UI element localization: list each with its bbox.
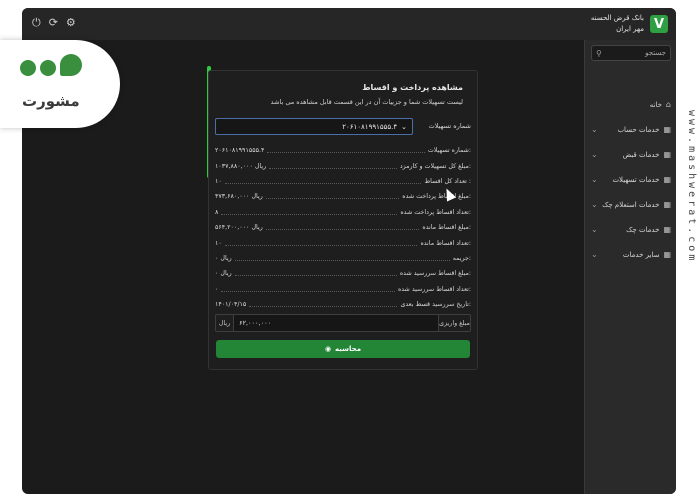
inquiry-icon: ▦ <box>663 200 671 209</box>
page-title: مشاهده پرداخت و اقساط <box>362 83 463 92</box>
account-icon: ▦ <box>663 125 671 134</box>
page-subtitle: لیست تسهیلات شما و جزییات آن در این قسمت… <box>270 98 463 106</box>
amount-label: مبلغ واریزی <box>438 315 470 331</box>
logo-mark <box>20 54 82 76</box>
amount-group: ریال ۶۲,۰۰۰,۰۰۰ مبلغ واریزی <box>215 314 471 332</box>
detail-row: ۴۷۳,۶۸۰,۰۰۰ ریال مبلغ اقساط پرداخت شده: <box>215 193 471 201</box>
sidebar-item-label: خانه <box>649 100 662 109</box>
calculator-icon: ◉ <box>324 345 332 353</box>
detail-row: ۲۰۶۱۰۸۱۹۹۱۵۵۵.۴ شماره تسهیلات: <box>215 147 471 155</box>
detail-row: ۰ ریال جریمه: <box>215 254 471 262</box>
loan-icon: ▦ <box>663 175 671 184</box>
detail-row: ۰ تعداد اقساط سررسید شده: <box>215 285 471 293</box>
sidebar-item-label: خدمات چک <box>626 225 660 234</box>
chevron-down-icon: ⌄ <box>591 125 598 134</box>
search-input[interactable]: ⚲ جستجو <box>591 45 671 61</box>
watermark-url: www.mashwerat.com <box>686 110 697 264</box>
chevron-down-icon: ⌄ <box>591 175 598 184</box>
detail-row: ۵۶۴,۲۰۰,۰۰۰ ریال مبلغ اقساط مانده: <box>215 224 471 232</box>
detail-row: ۱۴۰۱/۰۴/۱۵ تاریخ سررسید قسط بعدی: <box>215 301 471 309</box>
bank-brand: بانک قرض الحسنه مهر ایران V <box>591 13 668 35</box>
sidebar-item-label: سایر خدمات <box>622 250 660 259</box>
sidebar-item-loan-services[interactable]: ⌄ خدمات تسهیلات ▦ <box>585 167 676 192</box>
calculate-button[interactable]: ◉ محاسبه <box>216 340 470 358</box>
calculate-label: محاسبه <box>335 345 362 353</box>
chevron-down-icon: ⌄ <box>591 200 598 209</box>
amount-unit: ریال <box>216 315 234 331</box>
sidebar-nav: خانه ⌂ ⌄ خدمات حساب ▦ ⌄ خدمات قبض ▦ ⌄ خد… <box>585 92 676 267</box>
sidebar-item-label: خدمات قبض <box>622 150 660 159</box>
detail-row: ۸ تعداد اقساط پرداخت شده: <box>215 208 471 216</box>
details-list: ۲۰۶۱۰۸۱۹۹۱۵۵۵.۴ شماره تسهیلات: ۱۰۳۷,۸۸۰,۰… <box>215 143 471 312</box>
facility-label: شماره تسهیلات <box>428 122 471 130</box>
sidebar-item-account-services[interactable]: ⌄ خدمات حساب ▦ <box>585 117 676 142</box>
detail-row: ۱۰ تعداد کل اقساط : <box>215 177 471 185</box>
top-bar: ⏻ ⟳ ⚙ بانک قرض الحسنه مهر ایران V <box>22 8 676 40</box>
chevron-down-icon: ⌄ <box>591 150 598 159</box>
sidebar-item-label: خدمات استعلام چک <box>602 200 660 209</box>
sidebar-item-bill-services[interactable]: ⌄ خدمات قبض ▦ <box>585 142 676 167</box>
search-placeholder: جستجو <box>645 49 666 57</box>
bank-logo: V <box>650 15 668 33</box>
check-icon: ▦ <box>663 225 671 234</box>
bank-name: بانک قرض الحسنه مهر ایران <box>590 14 644 33</box>
logo-text: مشورت <box>22 92 80 110</box>
app-window: ⏻ ⟳ ⚙ بانک قرض الحسنه مهر ایران V ⚲ جستج… <box>22 8 676 494</box>
chevron-down-icon: ⌄ <box>401 122 407 131</box>
sidebar-item-home[interactable]: خانه ⌂ <box>585 92 676 117</box>
sidebar-item-check-inquiry[interactable]: ⌄ خدمات استعلام چک ▦ <box>585 192 676 217</box>
power-icon[interactable]: ⏻ <box>32 16 41 30</box>
sidebar-item-label: خدمات حساب <box>617 125 660 134</box>
amount-input[interactable]: ۶۲,۰۰۰,۰۰۰ <box>234 315 438 331</box>
sidebar-item-check-services[interactable]: ⌄ خدمات چک ▦ <box>585 217 676 242</box>
detail-row: ۱۰۳۷,۸۸۰,۰۰۰ ریال مبلغ کل تسهیلات و کارمز… <box>215 162 471 170</box>
detail-row: ۱۰ تعداد اقساط مانده: <box>215 239 471 247</box>
sidebar-item-other-services[interactable]: ⌄ سایر خدمات ▦ <box>585 242 676 267</box>
sidebar: ⚲ جستجو خانه ⌂ ⌄ خدمات حساب ▦ ⌄ خدمات قب… <box>584 40 676 494</box>
facility-value: ۲۰۶۱۰۸۱۹۹۱۵۵۵.۴ <box>342 122 398 131</box>
detail-row: ۰ ریال مبلغ اقساط سررسید شده: <box>215 270 471 278</box>
grid-icon: ▦ <box>663 250 671 259</box>
chevron-down-icon: ⌄ <box>591 250 598 259</box>
watermark-logo-badge: مشورت <box>0 40 120 128</box>
installments-card: مشاهده پرداخت و اقساط لیست تسهیلات شما و… <box>208 70 478 370</box>
refresh-icon[interactable]: ⟳ <box>49 16 58 30</box>
chevron-down-icon: ⌄ <box>591 225 598 234</box>
facility-select[interactable]: ۲۰۶۱۰۸۱۹۹۱۵۵۵.۴ ⌄ <box>215 118 413 135</box>
settings-icon[interactable]: ⚙ <box>66 16 76 30</box>
bill-icon: ▦ <box>663 150 671 159</box>
sidebar-item-label: خدمات تسهیلات <box>612 175 660 184</box>
home-icon: ⌂ <box>665 100 671 109</box>
search-icon: ⚲ <box>596 48 602 58</box>
top-icons: ⏻ ⟳ ⚙ <box>32 16 76 30</box>
